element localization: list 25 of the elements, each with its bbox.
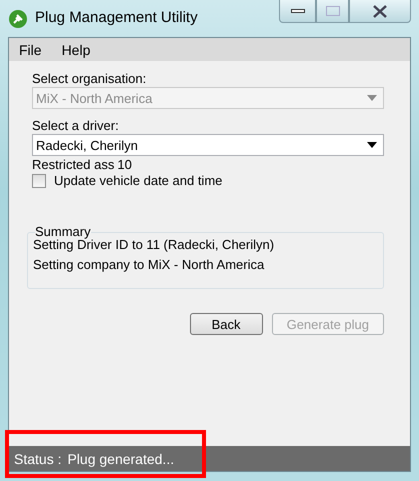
dropdown-arrow-icon (367, 95, 377, 101)
minimize-button[interactable] (279, 0, 316, 23)
summary-line: Setting company to MiX - North America (33, 256, 266, 274)
menu-item[interactable]: Help (62, 42, 90, 58)
status-label: Status : (14, 450, 62, 466)
summary-title: Summary (35, 227, 91, 237)
checkbox-label[interactable]: Update vehicle date and time (54, 173, 222, 189)
restricted-label: Restricted ass (32, 157, 114, 173)
window-title: Plug Management Utility (35, 9, 198, 26)
dropdown-value: MiX - North America (36, 90, 154, 106)
checkbox[interactable] (32, 174, 46, 188)
minimize-icon (290, 8, 304, 14)
dropdown-field[interactable]: Radecki, Cherilyn (32, 134, 384, 156)
dropdown-value: Radecki, Cherilyn (36, 138, 139, 152)
driver-label: Select a driver: (32, 118, 120, 134)
maximize-icon (326, 6, 340, 16)
menu-item[interactable]: File (19, 42, 42, 58)
close-button[interactable] (349, 0, 411, 23)
back-button[interactable]: Back (190, 313, 263, 335)
close-icon (372, 4, 388, 18)
dropdown-arrow-icon (367, 142, 377, 148)
restricted-value: 10 (117, 157, 132, 173)
organisation-label: Select organisation: (32, 71, 148, 87)
status-text: Plug generated... (67, 450, 174, 466)
plug-icon (8, 8, 28, 28)
